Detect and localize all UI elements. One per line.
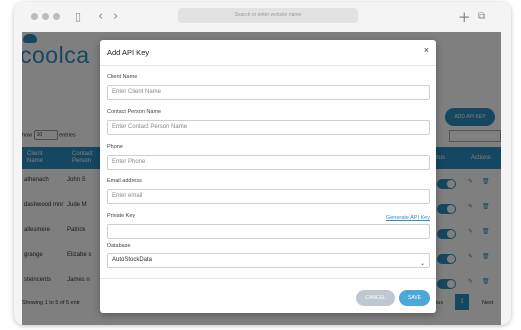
phone-label: Phone [107, 144, 123, 150]
tabs-overview-icon[interactable]: ⧉ [478, 9, 485, 25]
back-icon[interactable]: ‹ [98, 9, 103, 25]
browser-toolbar: ▯ ‹ › Search or enter website name + ⧉ [14, 2, 511, 32]
window-close-dot[interactable] [31, 13, 38, 20]
database-label: Database [107, 243, 131, 249]
cancel-button[interactable]: CANCEL [356, 290, 395, 306]
browser-window: ▯ ‹ › Search or enter website name + ⧉ c… [14, 2, 511, 325]
private-key-field[interactable] [107, 224, 430, 239]
private-key-label: Private Key [107, 213, 136, 219]
address-bar[interactable]: Search or enter website name [178, 8, 358, 23]
email-field[interactable]: Enter email [107, 189, 430, 204]
modal-title: Add API Key [107, 48, 150, 57]
email-label: Email address [107, 178, 142, 184]
window-maximize-dot[interactable] [53, 13, 60, 20]
client-name-label: Client Name [107, 74, 138, 80]
sidebar-icon[interactable]: ▯ [75, 9, 81, 25]
generate-api-key-link[interactable]: Generate API Key [386, 215, 430, 221]
database-value: AutoStockData [112, 257, 153, 263]
database-select[interactable]: AutoStockData ⌄ [107, 253, 430, 268]
add-api-key-modal: Add API Key × Client Name Enter Client N… [100, 40, 436, 313]
save-button[interactable]: SAVE [399, 290, 430, 306]
new-tab-icon[interactable]: + [458, 9, 471, 25]
modal-divider [100, 65, 436, 66]
modal-footer-divider [100, 278, 436, 279]
window-minimize-dot[interactable] [42, 13, 49, 20]
forward-icon[interactable]: › [113, 9, 118, 25]
chevron-down-icon: ⌄ [419, 260, 425, 267]
contact-person-label: Contact Person Name [107, 109, 162, 115]
close-icon[interactable]: × [424, 45, 429, 55]
phone-field[interactable]: Enter Phone [107, 155, 430, 170]
contact-person-field[interactable]: Enter Contact Person Name [107, 120, 430, 135]
client-name-field[interactable]: Enter Client Name [107, 85, 430, 100]
